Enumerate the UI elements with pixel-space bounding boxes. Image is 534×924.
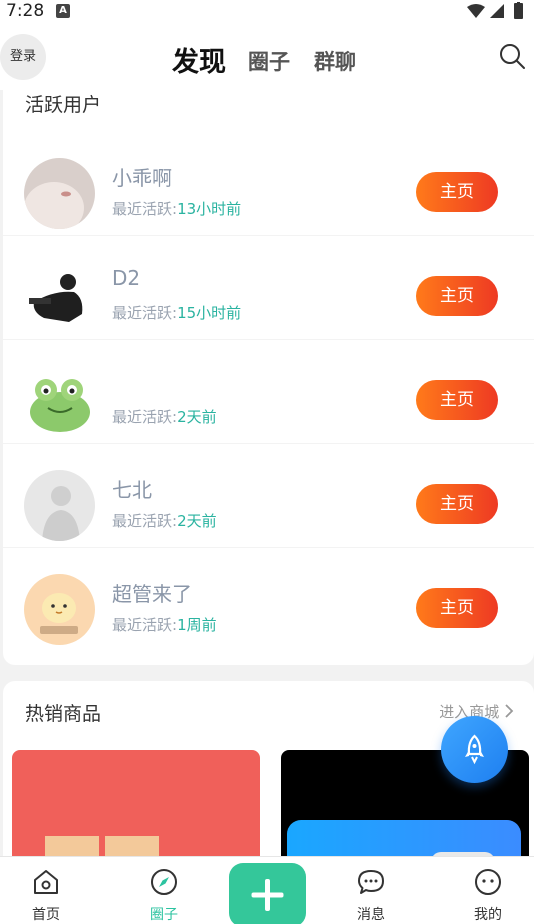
user-home-button[interactable]: 主页 — [416, 172, 498, 212]
user-home-button[interactable]: 主页 — [416, 588, 498, 628]
nav-home[interactable]: 首页 — [6, 857, 86, 924]
face-icon — [475, 869, 501, 895]
wifi-icon — [467, 4, 485, 18]
last-active-text: 最近活跃:2天前 — [112, 408, 217, 426]
active-users-title: 活跃用户 — [25, 94, 102, 116]
nav-profile-label: 我的 — [474, 907, 502, 923]
login-button[interactable]: 登录 — [0, 34, 46, 80]
signal-icon — [490, 4, 504, 18]
nav-profile[interactable]: 我的 — [448, 857, 528, 924]
user-name: D2 — [112, 266, 141, 290]
system-status-icons — [467, 2, 523, 19]
compass-icon — [151, 869, 177, 895]
hot-goods-title: 热销商品 — [25, 703, 102, 725]
nav-home-label: 首页 — [32, 907, 60, 923]
nav-messages[interactable]: 消息 — [331, 857, 411, 924]
last-active-text: 最近活跃:15小时前 — [112, 304, 242, 322]
top-header: 登录 发现 圈子 群聊 — [0, 24, 534, 90]
rocket-icon — [465, 734, 484, 765]
user-name: 七北 — [112, 478, 152, 502]
status-time: 7:28 — [6, 1, 45, 21]
user-home-button[interactable]: 主页 — [416, 380, 498, 420]
user-avatar[interactable] — [24, 470, 95, 541]
user-home-button[interactable]: 主页 — [416, 484, 498, 524]
tab-circle[interactable]: 圈子 — [248, 46, 290, 76]
plus-icon — [251, 879, 284, 911]
product-card[interactable] — [12, 750, 260, 870]
last-active-text: 最近活跃:1周前 — [112, 616, 217, 634]
add-post-button[interactable] — [229, 863, 306, 924]
user-row[interactable]: 最近活跃:2天前 主页 — [3, 340, 534, 444]
nav-circle[interactable]: 圈子 — [124, 857, 204, 924]
last-active-text: 最近活跃:13小时前 — [112, 200, 242, 218]
user-row[interactable]: 七北 最近活跃:2天前 主页 — [3, 444, 534, 548]
home-icon — [34, 870, 58, 894]
last-active-text: 最近活跃:2天前 — [112, 512, 217, 530]
tab-discover[interactable]: 发现 — [172, 40, 226, 79]
search-icon[interactable] — [498, 42, 526, 70]
rocket-fab-button[interactable] — [441, 716, 508, 783]
user-row[interactable]: 超管来了 最近活跃:1周前 主页 — [3, 548, 534, 652]
user-name: 超管来了 — [112, 582, 192, 606]
active-users-card: 活跃用户 小乖啊 最近活跃:13小时前 主页 D2 最近活跃:15小时前 主页 — [3, 90, 534, 665]
user-row[interactable]: 小乖啊 最近活跃:13小时前 主页 — [3, 132, 534, 236]
user-row[interactable]: D2 最近活跃:15小时前 主页 — [3, 236, 534, 340]
battery-icon — [514, 3, 523, 19]
status-bar: 7:28 A — [0, 0, 534, 24]
user-home-button[interactable]: 主页 — [416, 276, 498, 316]
user-avatar[interactable] — [24, 574, 95, 645]
bottom-navigation: 首页 圈子 消息 我的 — [0, 856, 534, 924]
user-avatar[interactable] — [24, 366, 95, 437]
chat-bubble-icon — [358, 870, 384, 894]
user-name: 小乖啊 — [112, 166, 172, 190]
user-avatar[interactable] — [24, 158, 95, 229]
nav-messages-label: 消息 — [357, 907, 385, 923]
tab-group-chat[interactable]: 群聊 — [314, 46, 356, 76]
user-avatar[interactable] — [24, 262, 95, 333]
nav-circle-label: 圈子 — [150, 907, 178, 923]
notification-icon: A — [56, 4, 70, 18]
